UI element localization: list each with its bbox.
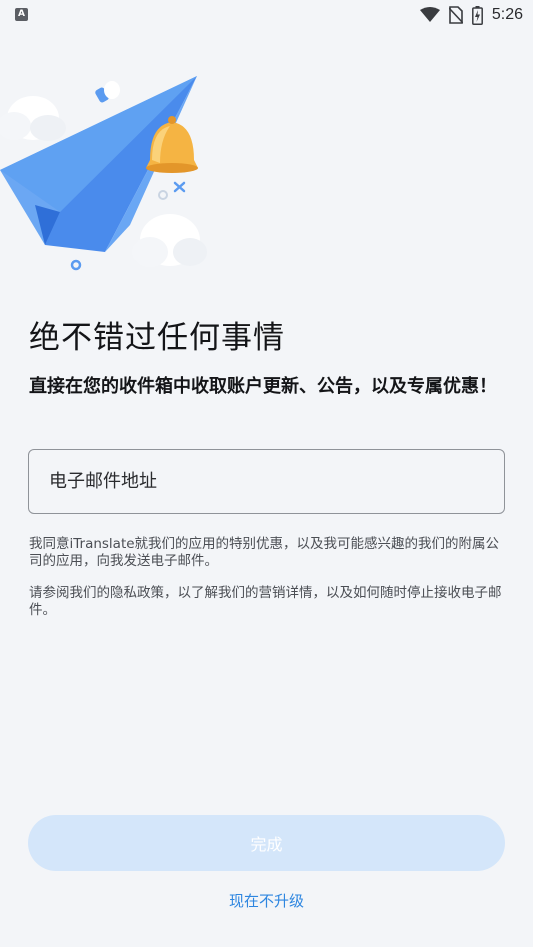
status-bar: A 5:26 <box>0 0 533 30</box>
hero-illustration <box>0 76 207 271</box>
privacy-text: 请参阅我们的隐私政策，以了解我们的营销详情，以及如何随时停止接收电子邮件。 <box>29 585 502 618</box>
no-sim-icon <box>448 6 463 24</box>
app-notification-icon: A <box>15 8 28 21</box>
status-time: 5:26 <box>491 6 523 23</box>
battery-charging-icon <box>471 5 483 25</box>
status-icons: 5:26 <box>419 4 523 26</box>
page-title: 绝不错过任何事情 <box>29 320 285 356</box>
consent-text: 我同意iTranslate就我们的应用的特别优惠，以及我可能感兴趣的我们的附属公… <box>29 536 500 569</box>
cloud-icon <box>132 214 207 267</box>
wifi-icon <box>419 7 440 22</box>
email-field[interactable] <box>28 449 505 514</box>
done-button[interactable]: 完成 <box>28 815 505 871</box>
email-input[interactable] <box>49 471 504 492</box>
cloud-icon <box>0 96 66 141</box>
page-subtitle: 直接在您的收件箱中收取账户更新、公告，以及专属优惠！ <box>29 376 497 397</box>
skip-upgrade-link[interactable]: 现在不升级 <box>0 890 533 911</box>
